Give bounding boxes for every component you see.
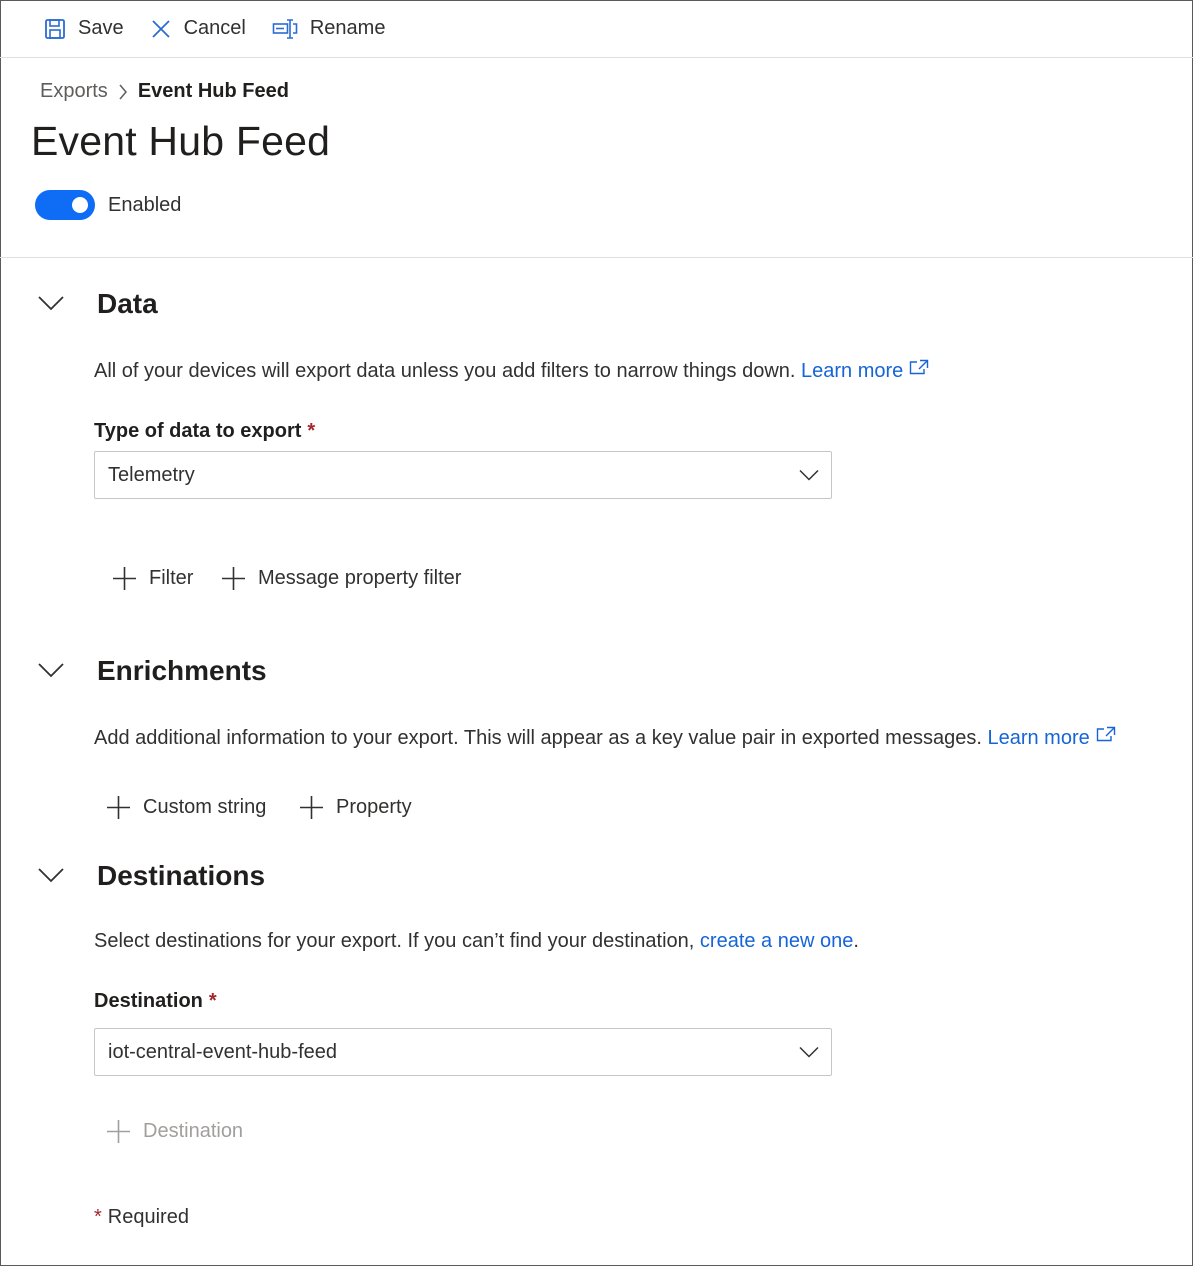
add-message-property-filter-label: Message property filter <box>258 567 462 589</box>
cancel-button[interactable]: Cancel <box>150 9 246 49</box>
plus-icon <box>107 796 130 819</box>
external-link-icon <box>910 359 929 375</box>
plus-icon <box>107 1120 130 1143</box>
destination-label-text: Destination <box>94 990 203 1012</box>
rename-label: Rename <box>309 17 386 39</box>
cancel-label: Cancel <box>183 17 246 39</box>
enrichments-description-text: Add additional information to your expor… <box>94 727 982 749</box>
plus-icon <box>222 567 245 590</box>
save-icon <box>45 18 65 39</box>
data-learn-more-link[interactable]: Learn more <box>801 359 929 382</box>
data-learn-more-text: Learn more <box>801 360 904 382</box>
enrichments-section-title: Enrichments <box>97 655 267 686</box>
plus-icon <box>300 796 323 819</box>
create-new-destination-link[interactable]: create a new one <box>700 930 853 952</box>
add-destination-label: Destination <box>143 1120 244 1142</box>
destinations-description-period: . <box>853 930 859 952</box>
enrichments-learn-more-link[interactable]: Learn more <box>987 726 1115 749</box>
data-section-description: All of your devices will export data unl… <box>94 359 929 383</box>
chevron-right-icon <box>118 83 128 101</box>
add-filter-label: Filter <box>149 567 194 589</box>
header-divider <box>0 257 1193 258</box>
add-property-label: Property <box>336 796 412 818</box>
chevron-down-icon[interactable] <box>37 661 65 679</box>
breadcrumb-current: Event Hub Feed <box>137 80 289 102</box>
required-asterisk: * <box>307 420 316 442</box>
enabled-toggle-row: Enabled <box>35 190 181 220</box>
add-message-property-filter-button[interactable]: Message property filter <box>221 566 461 591</box>
enrichments-section-description: Add additional information to your expor… <box>94 726 1116 750</box>
breadcrumb: Exports Event Hub Feed <box>40 80 289 103</box>
destination-label: Destination * <box>94 990 217 1013</box>
save-label: Save <box>78 17 124 39</box>
type-of-data-label: Type of data to export * <box>94 420 315 443</box>
type-of-data-label-text: Type of data to export <box>94 420 302 442</box>
save-button[interactable]: Save <box>44 9 124 49</box>
add-custom-string-button[interactable]: Custom string <box>106 795 266 820</box>
data-description-text: All of your devices will export data unl… <box>94 360 796 382</box>
chevron-down-icon[interactable] <box>37 866 65 884</box>
destinations-section-description: Select destinations for your export. If … <box>94 930 859 953</box>
required-asterisk: * <box>208 990 217 1012</box>
destinations-section-title: Destinations <box>97 860 266 891</box>
toggle-knob <box>72 197 88 213</box>
page-title: Event Hub Feed <box>31 118 331 164</box>
destinations-description-text: Select destinations for your export. If … <box>94 930 695 952</box>
add-custom-string-label: Custom string <box>143 796 267 818</box>
required-note-text: Required <box>107 1206 189 1228</box>
plus-icon <box>113 567 136 590</box>
chevron-down-icon <box>799 1046 819 1058</box>
destination-value: iot-central-event-hub-feed <box>108 1040 338 1063</box>
command-bar: Save Cancel Rename <box>0 0 1193 58</box>
enabled-toggle[interactable] <box>35 190 95 220</box>
add-destination-button[interactable]: Destination <box>106 1119 243 1144</box>
chevron-down-icon <box>799 469 819 481</box>
chevron-down-icon[interactable] <box>37 294 65 312</box>
close-icon <box>151 19 170 38</box>
external-link-icon <box>1096 726 1115 742</box>
add-property-button[interactable]: Property <box>299 795 412 820</box>
rename-icon <box>272 18 298 39</box>
enrichments-learn-more-text: Learn more <box>987 727 1090 749</box>
add-filter-button[interactable]: Filter <box>112 566 193 591</box>
enabled-toggle-label: Enabled <box>108 193 182 216</box>
type-of-data-dropdown[interactable]: Telemetry <box>94 451 832 499</box>
required-note: * Required <box>94 1206 189 1229</box>
type-of-data-value: Telemetry <box>108 463 195 486</box>
destination-dropdown[interactable]: iot-central-event-hub-feed <box>94 1028 832 1076</box>
required-asterisk: * <box>94 1206 102 1228</box>
rename-button[interactable]: Rename <box>272 9 386 49</box>
data-section-title: Data <box>97 288 158 319</box>
breadcrumb-exports-link[interactable]: Exports <box>40 80 108 103</box>
